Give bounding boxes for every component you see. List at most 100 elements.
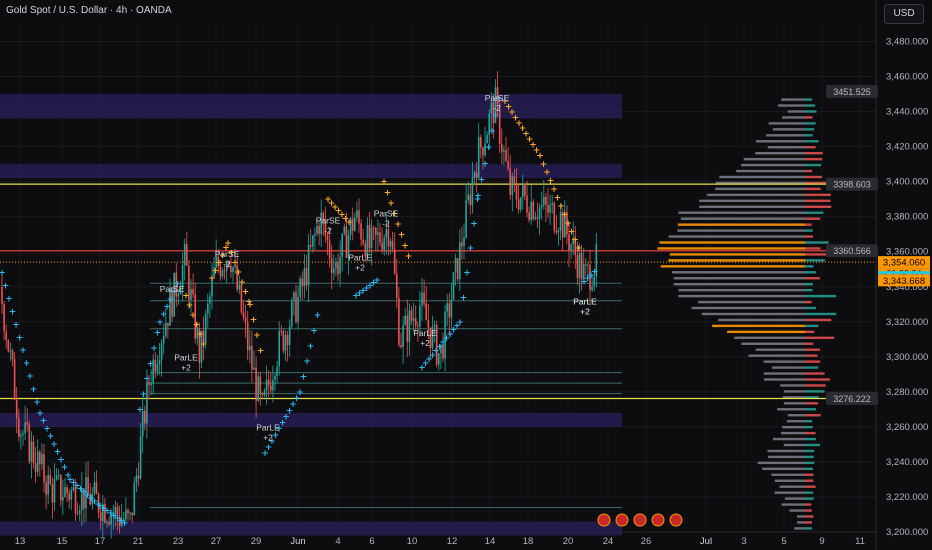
candle-body [375, 227, 377, 235]
parabolic-sar-dot: + [26, 372, 34, 382]
x-tick-label: 11 [855, 536, 865, 547]
candle-body [144, 410, 146, 424]
candle-body [477, 137, 480, 179]
candle-body [461, 242, 463, 247]
candle-body [465, 199, 467, 238]
volume-profile-delta [805, 223, 812, 226]
candle-body [419, 305, 421, 327]
x-tick-label: 23 [173, 536, 184, 547]
candle-body [192, 289, 194, 295]
parabolic-sar-dot: + [394, 220, 402, 230]
candle-body [167, 322, 169, 326]
parabolic-sar-dot: + [488, 127, 496, 137]
candle-body [47, 475, 49, 495]
event-flag-icon [597, 513, 611, 527]
price-chart[interactable]: 3,200.000 3,220.000 3,240.000 3,260.000 3,28… [0, 0, 932, 550]
volume-profile-delta [805, 217, 821, 220]
candle-body [305, 268, 308, 286]
parabolic-sar-dot: + [250, 316, 258, 326]
y-tick-label: 3,480.000 [886, 37, 928, 48]
candle-body [303, 268, 306, 287]
volume-profile-delta [805, 169, 813, 173]
symbol-title[interactable]: Gold Spot / U.S. Dollar · 4h · OANDA [6, 5, 172, 16]
volume-profile-bar [777, 408, 805, 411]
candle-body [108, 521, 110, 525]
candle-body [370, 227, 373, 249]
candle-body [137, 475, 140, 479]
y-tick-label: 3,220.000 [886, 492, 928, 503]
candle-body [62, 496, 64, 501]
candle-body [354, 217, 356, 231]
volume-profile-bar [673, 277, 805, 280]
candle-body [70, 490, 73, 500]
candle-body [261, 393, 264, 396]
volume-profile-delta [805, 104, 816, 107]
y-tick-label: 3,420.000 [886, 142, 928, 153]
candle-body [383, 237, 385, 250]
volume-profile-delta [805, 521, 813, 524]
volume-profile-bar [794, 527, 805, 530]
candle-body [257, 376, 259, 401]
parabolic-sar-dot: + [387, 199, 395, 209]
volume-profile-bar [680, 217, 805, 220]
candle-body [57, 475, 60, 477]
volume-profile-bar [774, 479, 805, 482]
volume-profile-delta [805, 134, 813, 137]
candle-body [309, 245, 312, 247]
candle-body [125, 509, 127, 520]
candle-body [585, 264, 587, 266]
candle-body [177, 294, 180, 297]
currency-button[interactable]: USD [884, 4, 924, 24]
volume-profile-bar [660, 265, 805, 268]
candle-body [379, 232, 381, 243]
candle-body [557, 231, 560, 233]
x-tick-label: 13 [15, 536, 26, 547]
parabolic-sar-dot: + [33, 398, 41, 408]
candle-body [18, 418, 20, 437]
candle-body [398, 297, 400, 345]
parabolic-sar-dot: + [238, 278, 246, 288]
signal-label-sub: -2 [493, 103, 501, 113]
volume-profile-bar [678, 294, 805, 298]
volume-profile-delta [805, 336, 835, 340]
parabolic-sar-dot: + [310, 327, 318, 337]
candle-body [410, 310, 413, 321]
volume-profile-delta [805, 497, 814, 500]
price-callout-text: 3360.566 [833, 246, 871, 256]
parabolic-sar-dot: + [380, 178, 388, 188]
candle-body [414, 318, 417, 326]
parabolic-sar-dot: + [485, 143, 493, 153]
parabolic-sar-dot: + [189, 311, 197, 321]
candle-body [154, 359, 157, 372]
volume-profile-delta [805, 265, 814, 268]
candle-body [433, 324, 436, 327]
volume-profile-delta [805, 485, 816, 488]
parabolic-sar-dot: + [16, 333, 24, 343]
volume-profile-bar [782, 425, 805, 429]
x-tick-label: 14 [485, 536, 496, 547]
candle-body [587, 264, 589, 266]
candle-body [356, 210, 358, 218]
parabolic-sar-dot: + [242, 288, 250, 298]
volume-profile-delta [805, 300, 812, 304]
volume-profile-delta [805, 98, 813, 101]
volume-profile-delta [805, 414, 821, 417]
candle-body [76, 513, 79, 515]
candle-body [66, 487, 68, 494]
volume-profile-delta [805, 390, 825, 393]
candle-body [53, 479, 56, 503]
volume-profile-delta [805, 312, 837, 316]
volume-profile-delta [805, 461, 815, 465]
candle-body [267, 379, 270, 386]
candle-body [244, 317, 247, 323]
candle-body [381, 242, 383, 250]
x-tick-label: 29 [251, 536, 262, 547]
y-tick-label: 3,300.000 [886, 352, 928, 363]
volume-profile-bar [772, 437, 805, 441]
parabolic-sar-dot: + [474, 192, 482, 202]
volume-profile-delta [805, 378, 830, 381]
candle-body [251, 346, 253, 370]
candle-body [139, 436, 142, 479]
volume-profile-bar [767, 146, 805, 149]
signal-label: ParLE [573, 296, 597, 306]
